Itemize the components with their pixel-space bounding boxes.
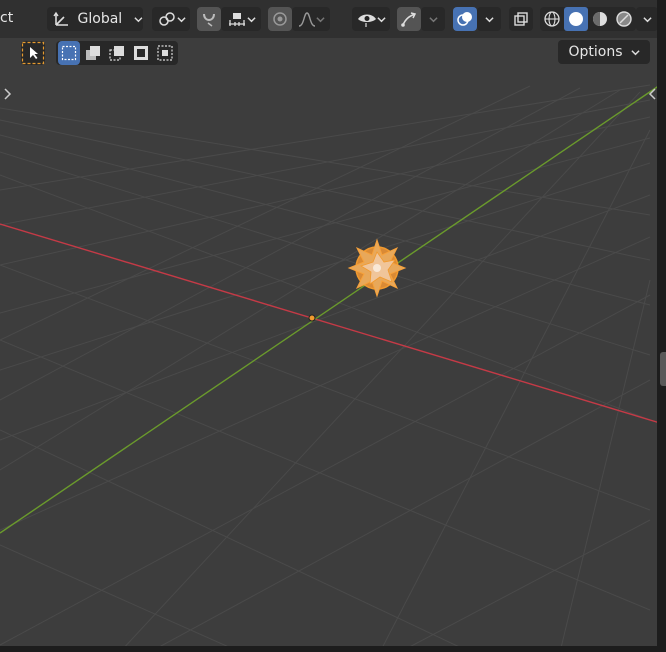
chevron-down-icon [246, 16, 256, 22]
overlay-dropdown[interactable] [477, 7, 501, 31]
falloff-dropdown[interactable] [292, 7, 330, 31]
transform-orientation-dropdown[interactable]: Global [47, 7, 143, 31]
select-intersect-icon [157, 45, 173, 61]
chevron-down-icon [176, 16, 186, 22]
viewport-right-border [657, 0, 666, 652]
select-intersect-button[interactable] [154, 41, 176, 65]
chevron-down-icon [376, 16, 386, 22]
options-dropdown[interactable]: Options [558, 40, 650, 64]
gizmo-arrow-icon [401, 12, 417, 27]
chevron-down-icon [484, 16, 494, 22]
xray-toggle-icon [514, 12, 528, 26]
chevron-down-icon [134, 16, 143, 22]
chevron-down-icon [315, 16, 325, 22]
chevron-down-icon [642, 16, 652, 22]
mode-label[interactable]: ct [0, 6, 13, 30]
select-subtract-icon [109, 46, 124, 61]
y-axis-line [0, 84, 661, 534]
overlay-icon [457, 12, 472, 26]
viewport-bottom-border [0, 646, 666, 652]
snap-increment-icon [228, 13, 245, 26]
select-new-icon [61, 45, 77, 61]
select-invert-button[interactable] [130, 41, 152, 65]
rendered-shading-icon [616, 11, 632, 27]
select-extend-icon [86, 46, 100, 60]
overlay-toggle-button[interactable] [453, 7, 477, 31]
rendered-shading-button[interactable] [612, 7, 636, 31]
gizmo-dropdown[interactable] [421, 7, 445, 31]
select-extend-button[interactable] [82, 41, 104, 65]
sidebar-tab-handle[interactable] [660, 352, 666, 386]
select-subtract-button[interactable] [106, 41, 128, 65]
eye-visibility-icon [357, 14, 376, 27]
pivot-point-dropdown[interactable] [152, 7, 190, 31]
shading-options-dropdown[interactable] [636, 7, 658, 31]
snap-toggle-button[interactable] [197, 7, 221, 31]
cursor-select-icon [21, 41, 45, 65]
visibility-dropdown[interactable] [352, 7, 390, 31]
snap-target-dropdown[interactable] [221, 7, 261, 31]
proportional-edit-icon [273, 12, 287, 26]
orientation-axes-icon [53, 11, 68, 26]
link-pivot-icon [158, 12, 175, 26]
transform-orientation-label: Global [77, 11, 123, 27]
shading-mode-group [540, 7, 636, 31]
proportional-edit-button[interactable] [268, 7, 292, 31]
wireframe-shading-icon [544, 11, 560, 27]
object-origin-point[interactable] [308, 314, 316, 322]
solid-shading-icon [569, 12, 583, 26]
material-preview-button[interactable] [588, 7, 612, 31]
selected-mesh-object[interactable] [347, 238, 407, 298]
select-tool-button[interactable] [21, 41, 45, 65]
toolbar-expand-arrow-icon[interactable] [2, 87, 12, 101]
solid-shading-button[interactable] [564, 7, 588, 31]
material-preview-icon [593, 12, 607, 26]
chevron-down-icon [428, 16, 438, 22]
3d-viewport[interactable]: ct Global Options [0, 0, 666, 652]
mode-label-text: ct [0, 10, 14, 26]
wireframe-shading-button[interactable] [540, 7, 564, 31]
magnet-snap-icon [203, 13, 215, 27]
select-new-button[interactable] [58, 41, 80, 65]
chevron-down-icon [630, 49, 640, 55]
gizmo-toggle-button[interactable] [397, 7, 421, 31]
falloff-curve-icon [298, 12, 315, 27]
x-axis-line [0, 223, 661, 424]
viewport-grid [0, 84, 661, 652]
select-invert-icon [134, 46, 148, 60]
xray-toggle-button[interactable] [509, 7, 533, 31]
options-label: Options [568, 44, 623, 60]
